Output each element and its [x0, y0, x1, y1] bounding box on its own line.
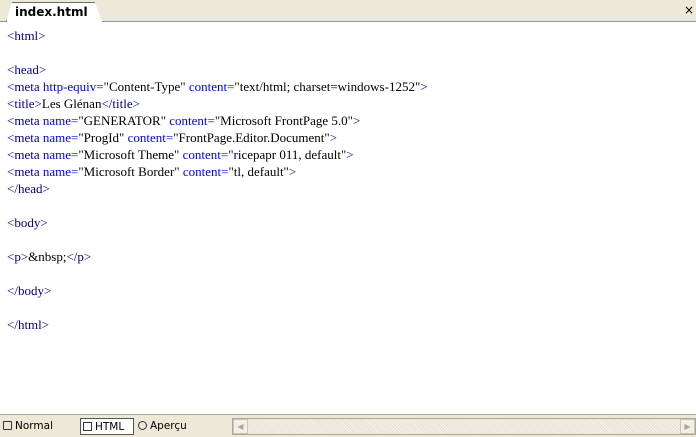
code-token-txt: "Microsoft Theme"	[78, 147, 183, 162]
code-line: <meta name="Microsoft Border" content="t…	[7, 163, 428, 180]
horizontal-scrollbar[interactable]: ◀ ▶	[232, 418, 696, 435]
code-token-tag: >	[329, 130, 338, 145]
view-switcher-bar: Normal HTML Aperçu ◀ ▶	[0, 414, 696, 437]
code-token-tag: <meta	[7, 79, 43, 94]
code-line: <body>	[7, 214, 428, 231]
preview-icon	[138, 421, 147, 430]
html-view-label: HTML	[95, 421, 125, 433]
code-token-txt: "ricepapr 011, default"	[228, 147, 347, 162]
code-token-txt: &nbsp;	[28, 249, 67, 264]
code-token-tag: <meta	[7, 113, 43, 128]
code-token-txt: "Microsoft Border"	[78, 164, 183, 179]
code-token-tag: <meta	[7, 164, 43, 179]
code-token-txt: "Microsoft FrontPage 5.0"	[214, 113, 353, 128]
code-token-tag: <title>	[7, 96, 42, 111]
html-view-button[interactable]: HTML	[80, 418, 134, 435]
preview-view-label: Aperçu	[150, 420, 187, 432]
code-token-tag: </title>	[101, 96, 140, 111]
code-line: </head>	[7, 180, 428, 197]
code-token-attr: name=	[42, 130, 79, 145]
code-token-tag: <p>	[7, 249, 29, 264]
code-line: <meta http-equiv="Content-Type" content=…	[7, 78, 428, 95]
scroll-right-button[interactable]: ▶	[680, 419, 695, 434]
code-token-tag: </p>	[66, 249, 92, 264]
code-token-attr: name=	[42, 113, 79, 128]
code-token-attr: name=	[42, 147, 79, 162]
code-token-attr: content=	[188, 79, 235, 94]
code-text: <html>​<head><meta http-equiv="Content-T…	[7, 27, 428, 333]
code-token-txt: Les Glénan	[41, 96, 102, 111]
code-token-tag: </body>	[7, 283, 52, 298]
code-token-tag: >	[288, 164, 297, 179]
code-token-txt: "Content-Type"	[103, 79, 189, 94]
code-token-txt: "ProgId"	[78, 130, 128, 145]
code-token-tag: >	[346, 147, 354, 162]
code-token-tag: >	[420, 79, 428, 94]
code-token-tag: </html>	[7, 317, 50, 332]
code-line: <title>Les Glénan</title>	[7, 95, 428, 112]
code-token-tag: >	[352, 113, 361, 128]
code-line: <html>	[7, 27, 428, 44]
code-token-tag: <meta	[7, 130, 43, 145]
normal-view-icon	[3, 421, 12, 430]
html-code-editor[interactable]: <html>​<head><meta http-equiv="Content-T…	[0, 23, 696, 398]
code-token-tag: </head>	[7, 181, 50, 196]
code-token-txt: "GENERATOR"	[78, 113, 170, 128]
normal-view-button[interactable]: Normal	[1, 418, 73, 435]
code-line: <meta name="Microsoft Theme" content="ri…	[7, 146, 428, 163]
code-token-attr: content=	[169, 113, 215, 128]
code-token-tag: <html>	[7, 28, 46, 43]
code-token-attr: content=	[182, 164, 229, 179]
html-view-icon	[83, 422, 92, 431]
tab-bar: index.html ×	[0, 0, 696, 22]
code-token-txt: "text/html; charset=windows-1252"	[234, 79, 421, 94]
code-token-attr: name=	[42, 164, 79, 179]
code-line: <p>&nbsp;</p>	[7, 248, 428, 265]
code-token-attr: http-equiv=	[42, 79, 104, 94]
code-token-txt: "tl, default"	[228, 164, 289, 179]
code-line: ​	[7, 265, 428, 282]
scroll-left-button[interactable]: ◀	[233, 419, 248, 434]
code-line: </html>	[7, 316, 428, 333]
code-token-tag: <head>	[7, 62, 47, 77]
code-line: ​	[7, 197, 428, 214]
code-line: ​	[7, 44, 428, 61]
preview-view-button[interactable]: Aperçu	[136, 418, 204, 435]
code-line: <head>	[7, 61, 428, 78]
code-token-attr: content=	[127, 130, 174, 145]
code-token-tag: <meta	[7, 147, 43, 162]
code-line: <meta name="GENERATOR" content="Microsof…	[7, 112, 428, 129]
code-token-tag: <body>	[7, 215, 48, 230]
tab-label: index.html	[15, 5, 88, 19]
code-line: ​	[7, 231, 428, 248]
code-line: </body>	[7, 282, 428, 299]
code-token-txt: "FrontPage.Editor.Document"	[173, 130, 330, 145]
normal-view-label: Normal	[15, 420, 53, 432]
code-line: ​	[7, 299, 428, 316]
code-token-attr: content=	[182, 147, 229, 162]
tab-index-html[interactable]: index.html	[6, 2, 103, 22]
code-line: <meta name="ProgId" content="FrontPage.E…	[7, 129, 428, 146]
close-icon[interactable]: ×	[684, 3, 694, 17]
